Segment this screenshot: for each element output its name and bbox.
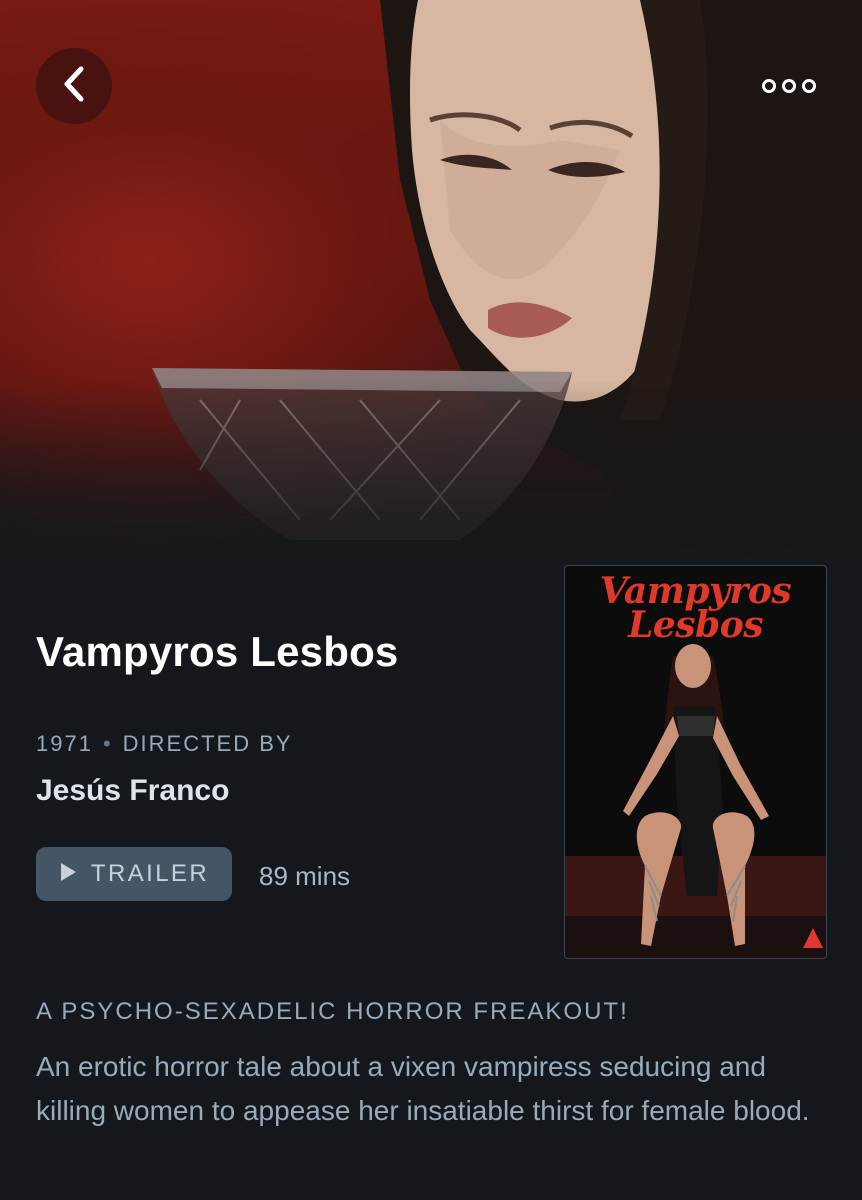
poster-image[interactable]: Vampyros Lesbos (564, 565, 827, 959)
director-name[interactable]: Jesús Franco (36, 774, 229, 808)
film-tagline: A PSYCHO-SEXADELIC HORROR FREAKOUT! (36, 998, 629, 1025)
film-meta-line: 1971 • DIRECTED BY (36, 731, 293, 757)
release-year[interactable]: 1971 (36, 731, 93, 757)
film-synopsis: An erotic horror tale about a vixen vamp… (36, 1051, 810, 1126)
trailer-label: TRAILER (90, 860, 210, 887)
chevron-left-icon (59, 65, 89, 108)
film-title: Vampyros Lesbos (36, 628, 399, 675)
poster-illustration (565, 644, 826, 958)
more-horizontal-icon (762, 79, 776, 93)
backdrop-image (0, 0, 862, 640)
trailer-button[interactable]: TRAILER (36, 847, 232, 901)
play-icon (59, 862, 77, 887)
directed-by-label: DIRECTED BY (122, 731, 293, 756)
more-options-button[interactable] (762, 72, 816, 100)
back-button[interactable] (36, 48, 112, 124)
meta-separator: • (102, 731, 113, 756)
runtime: 89 mins (259, 861, 351, 891)
